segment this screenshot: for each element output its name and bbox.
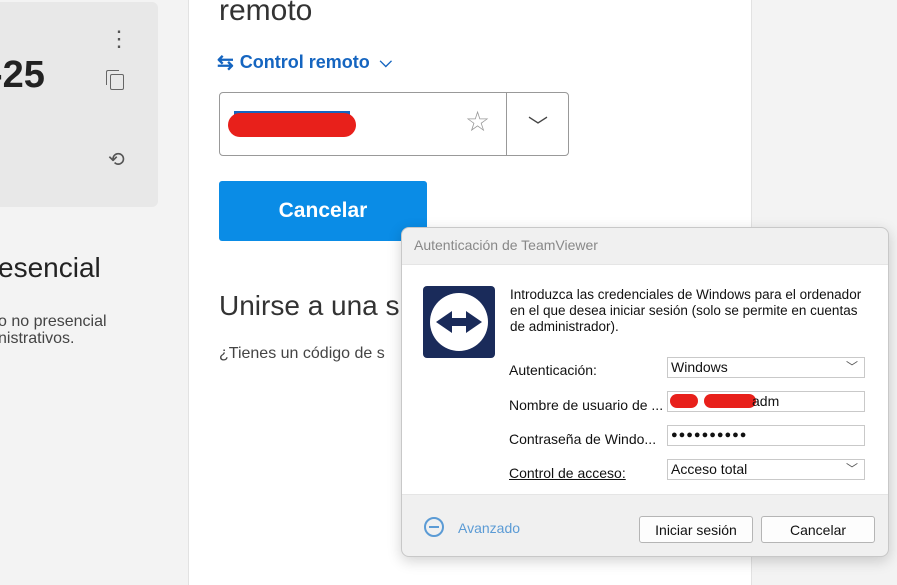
access-control-link[interactable]: Control de acceso:: [509, 465, 626, 481]
more-options-icon[interactable]: ⋮: [108, 28, 130, 50]
join-session-subtitle: ¿Tienes un código de s: [219, 345, 385, 362]
password-label: Contraseña de Windo...: [509, 431, 657, 447]
partner-id-combobox: ☆ ﹀: [219, 92, 569, 156]
partner-history-dropdown[interactable]: ﹀: [508, 93, 568, 155]
dialog-body: Introduzca las credenciales de Windows p…: [402, 264, 888, 495]
partner-id-input[interactable]: [228, 111, 356, 137]
cancel-connection-button[interactable]: Cancelar: [219, 181, 427, 241]
left-sub-line-1: o no presencial: [0, 313, 107, 330]
dialog-cancel-button[interactable]: Cancelar: [761, 516, 875, 543]
dialog-description: Introduzca las credenciales de Windows p…: [510, 287, 862, 334]
combobox-divider: [506, 93, 507, 155]
session-id-card: -25 ⋮ ⟲: [0, 2, 158, 207]
session-id-number: -25: [0, 54, 45, 96]
chevron-down-icon: ﹀: [845, 462, 858, 476]
teamviewer-logo-icon: [423, 286, 495, 358]
auth-method-label: Autenticación:: [509, 362, 597, 378]
username-suffix: adm: [752, 393, 780, 409]
connection-mode-dropdown[interactable]: ⇆ Control remoto ⌵: [217, 50, 392, 75]
access-control-select[interactable]: Acceso total ﹀: [667, 459, 865, 480]
chevron-down-icon: ﹀: [845, 360, 858, 374]
connection-mode-label: Control remoto: [239, 52, 370, 72]
auth-method-value: Windows: [671, 359, 728, 375]
redaction-mark: [704, 394, 756, 408]
left-section-heading: esencial: [0, 252, 101, 283]
advanced-toggle[interactable]: Avanzado: [458, 520, 520, 536]
teamviewer-auth-dialog: Autenticación de TeamViewer Introduzca l…: [401, 227, 889, 557]
redaction-mark: [670, 394, 698, 408]
auth-method-select[interactable]: Windows ﹀: [667, 357, 865, 378]
refresh-icon[interactable]: ⟲: [108, 150, 125, 170]
left-section-description: o no presencial nistrativos.: [0, 313, 148, 347]
chevron-down-icon: ﹀: [528, 115, 548, 138]
star-icon[interactable]: ☆: [465, 105, 490, 138]
password-input[interactable]: ●●●●●●●●●●: [667, 425, 865, 446]
swap-arrows-icon: ⇆: [217, 52, 234, 74]
dialog-title: Autenticación de TeamViewer: [414, 237, 598, 253]
left-sub-line-2: nistrativos.: [0, 330, 75, 347]
redaction-mark: [228, 113, 356, 137]
panel-title: remoto: [219, 0, 313, 27]
copy-icon[interactable]: [106, 70, 124, 90]
login-button[interactable]: Iniciar sesión: [639, 516, 753, 543]
collapse-advanced-icon[interactable]: [424, 517, 444, 537]
join-session-heading: Unirse a una s: [219, 290, 400, 321]
chevron-down-icon: ⌵: [379, 53, 392, 71]
access-control-value: Acceso total: [671, 461, 748, 477]
username-label: Nombre de usuario de ...: [509, 397, 664, 413]
username-input[interactable]: adm: [667, 391, 865, 412]
